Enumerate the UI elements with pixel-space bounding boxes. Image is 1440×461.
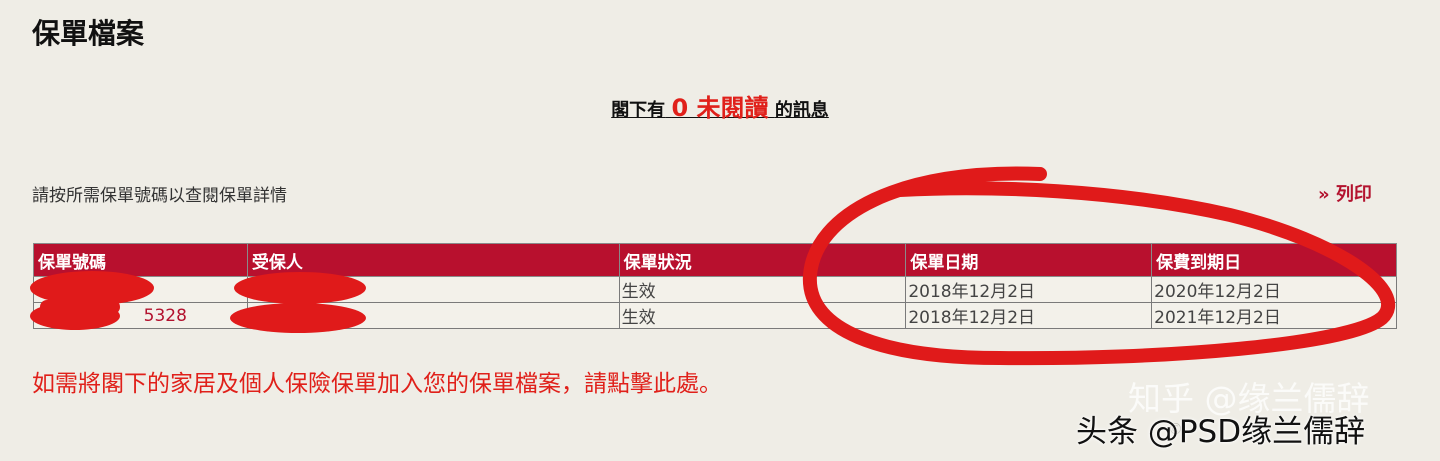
table-row: 生效 2018年12月2日 2020年12月2日: [33, 276, 1397, 303]
print-link[interactable]: » 列印: [1318, 180, 1372, 206]
add-policy-link[interactable]: 如需將閣下的家居及個人保險保單加入您的保單檔案，請點擊此處。: [32, 364, 722, 398]
policy-date: 2018年12月2日: [905, 302, 1153, 329]
table-header-row: 保單號碼 受保人 保單狀況 保單日期 保費到期日: [33, 243, 1397, 277]
policy-status: 生效: [618, 276, 907, 303]
unread-messages-notice: 閣下有 0 未閱讀 的訊息: [0, 88, 1440, 123]
header-policy-date: 保單日期: [905, 243, 1153, 277]
policy-date: 2018年12月2日: [905, 276, 1153, 303]
page-title: 保單檔案: [32, 17, 145, 50]
unread-count: 0 未閱讀: [671, 94, 769, 122]
unread-messages-link[interactable]: 閣下有 0 未閱讀 的訊息: [611, 94, 829, 122]
header-status: 保單狀況: [618, 243, 907, 277]
header-due-date: 保費到期日: [1151, 243, 1397, 277]
header-policy-no: 保單號碼: [33, 243, 248, 277]
policy-table: 保單號碼 受保人 保單狀況 保單日期 保費到期日 生效 2018年12月2日 2…: [33, 243, 1397, 329]
policy-number-link[interactable]: [33, 276, 248, 303]
toutiao-watermark: 头条 @PSD缘兰儒辞: [1076, 414, 1366, 450]
insured-name: [246, 276, 620, 303]
instruction-text: 請按所需保單號碼以查閱保單詳情: [32, 186, 287, 206]
premium-due-date: 2020年12月2日: [1151, 276, 1397, 303]
premium-due-date: 2021年12月2日: [1151, 302, 1397, 329]
notice-suffix: 的訊息: [774, 100, 829, 121]
table-row: 5328 生效 2018年12月2日 2021年12月2日: [33, 302, 1397, 329]
policy-status: 生效: [618, 302, 907, 329]
header-insured: 受保人: [246, 243, 620, 277]
insured-name: [246, 302, 620, 329]
notice-prefix: 閣下有: [611, 100, 666, 121]
policy-number-link[interactable]: 5328: [33, 302, 248, 329]
